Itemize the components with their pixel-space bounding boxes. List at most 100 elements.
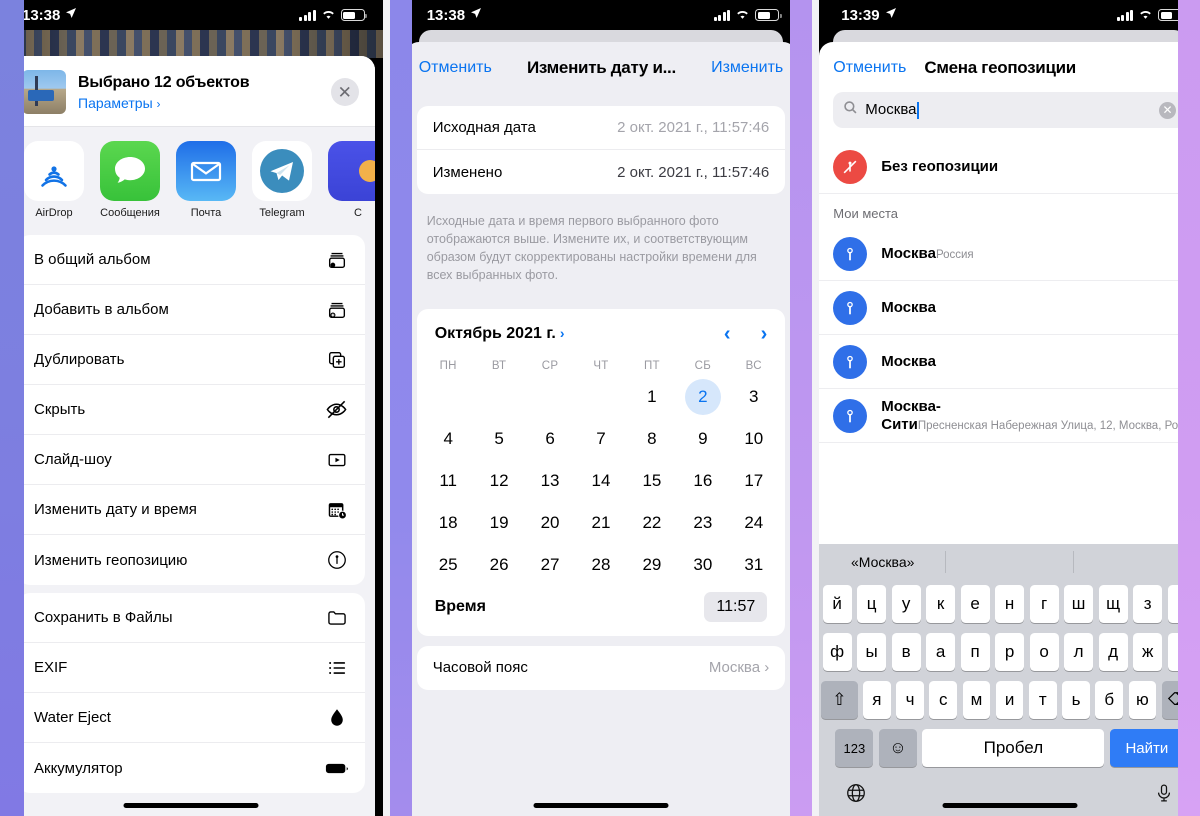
- calendar-day-cell[interactable]: 18: [423, 502, 474, 544]
- calendar-day-cell[interactable]: 6: [525, 418, 576, 460]
- key-н[interactable]: н: [995, 585, 1025, 623]
- calendar-day-cell[interactable]: 17: [728, 460, 779, 502]
- key-ь[interactable]: ь: [1062, 681, 1090, 719]
- calendar-day-cell[interactable]: 20: [525, 502, 576, 544]
- key-л[interactable]: л: [1064, 633, 1094, 671]
- key-search-go[interactable]: Найти: [1109, 729, 1184, 767]
- calendar-day-cell[interactable]: 5: [474, 418, 525, 460]
- share-app-more[interactable]: С: [328, 141, 375, 219]
- time-value-field[interactable]: 11:57: [704, 591, 768, 622]
- calendar-day-cell[interactable]: 10: [728, 418, 779, 460]
- share-app-airdrop[interactable]: AirDrop: [24, 141, 84, 219]
- key-б[interactable]: б: [1095, 681, 1124, 719]
- key-space[interactable]: Пробел: [922, 729, 1105, 767]
- key-т[interactable]: т: [1028, 681, 1057, 719]
- calendar-day-cell[interactable]: 8: [626, 418, 677, 460]
- prediction-item-1[interactable]: «Москва»: [819, 554, 946, 570]
- key-emoji[interactable]: ☺: [878, 729, 917, 767]
- action-duplicate[interactable]: Дублировать: [18, 335, 365, 385]
- calendar-day-cell[interactable]: 23: [677, 502, 728, 544]
- apply-button[interactable]: Изменить: [711, 59, 783, 77]
- key-а[interactable]: а: [926, 633, 956, 671]
- close-button[interactable]: ✕: [330, 78, 359, 106]
- calendar-day-cell[interactable]: 26: [474, 544, 525, 586]
- key-с[interactable]: с: [929, 681, 958, 719]
- key-ю[interactable]: ю: [1128, 681, 1157, 719]
- calendar-day-cell[interactable]: 21: [576, 502, 627, 544]
- action-save-to-files[interactable]: Сохранить в Файлы: [18, 593, 365, 643]
- key-й[interactable]: й: [822, 585, 852, 623]
- key-ж[interactable]: ж: [1133, 633, 1163, 671]
- calendar-day-cell[interactable]: 1: [626, 376, 677, 418]
- calendar-next-button[interactable]: ›: [761, 323, 768, 346]
- place-list-item[interactable]: Москва: [819, 281, 1200, 335]
- key-р[interactable]: р: [995, 633, 1025, 671]
- calendar-day-cell[interactable]: 11: [423, 460, 474, 502]
- calendar-day-cell[interactable]: 25: [423, 544, 474, 586]
- place-list-item[interactable]: МоскваРоссия: [819, 227, 1200, 281]
- calendar-day-cell[interactable]: 7: [576, 418, 627, 460]
- calendar-day-cell[interactable]: 3: [728, 376, 779, 418]
- globe-icon[interactable]: [845, 782, 867, 810]
- calendar-day-cell[interactable]: 19: [474, 502, 525, 544]
- action-change-location[interactable]: Изменить геопозицию: [18, 535, 365, 585]
- key-ы[interactable]: ы: [857, 633, 887, 671]
- action-change-datetime[interactable]: Изменить дату и время: [18, 485, 365, 535]
- options-link[interactable]: Параметры ›: [78, 95, 319, 111]
- key-и[interactable]: и: [995, 681, 1024, 719]
- calendar-day-cell[interactable]: 16: [677, 460, 728, 502]
- place-list-item[interactable]: Москва: [819, 335, 1200, 389]
- calendar-day-cell[interactable]: 13: [525, 460, 576, 502]
- place-list-item[interactable]: Москва-СитиПресненская Набережная Улица,…: [819, 389, 1200, 443]
- key-у[interactable]: у: [891, 585, 921, 623]
- key-п[interactable]: п: [960, 633, 990, 671]
- timezone-row[interactable]: Часовой пояс Москва ›: [417, 646, 786, 690]
- action-exif[interactable]: EXIF: [18, 643, 365, 693]
- calendar-prev-button[interactable]: ‹: [724, 323, 731, 346]
- calendar-day-cell[interactable]: 4: [423, 418, 474, 460]
- calendar-month-button[interactable]: Октябрь 2021 г. ›: [435, 325, 565, 343]
- key-numbers[interactable]: 123: [835, 729, 874, 767]
- key-я[interactable]: я: [863, 681, 891, 719]
- key-shift[interactable]: ⇧: [821, 681, 858, 719]
- calendar-day-cell[interactable]: 2: [677, 376, 728, 418]
- share-app-messages[interactable]: Сообщения: [100, 141, 160, 219]
- key-в[interactable]: в: [891, 633, 921, 671]
- no-location-row[interactable]: Без геопозиции: [819, 140, 1200, 194]
- calendar-day-cell[interactable]: 9: [677, 418, 728, 460]
- key-щ[interactable]: щ: [1098, 585, 1128, 623]
- key-ф[interactable]: ф: [822, 633, 852, 671]
- modified-date-row[interactable]: Изменено 2 окт. 2021 г., 11:57:46: [417, 150, 786, 194]
- calendar-day-cell[interactable]: 30: [677, 544, 728, 586]
- action-shared-album[interactable]: В общий альбом: [18, 235, 365, 285]
- calendar-day-cell[interactable]: 29: [626, 544, 677, 586]
- key-ш[interactable]: ш: [1064, 585, 1094, 623]
- action-water-eject[interactable]: Water Eject: [18, 693, 365, 743]
- key-к[interactable]: к: [926, 585, 956, 623]
- action-hide[interactable]: Скрыть: [18, 385, 365, 435]
- calendar-day-cell[interactable]: 15: [626, 460, 677, 502]
- cancel-button[interactable]: Отменить: [833, 59, 906, 77]
- calendar-day-cell[interactable]: 31: [728, 544, 779, 586]
- key-з[interactable]: з: [1133, 585, 1163, 623]
- action-slideshow[interactable]: Слайд-шоу: [18, 435, 365, 485]
- key-е[interactable]: е: [960, 585, 990, 623]
- key-г[interactable]: г: [1029, 585, 1059, 623]
- share-app-telegram[interactable]: Telegram: [252, 141, 312, 219]
- action-add-to-album[interactable]: Добавить в альбом: [18, 285, 365, 335]
- key-о[interactable]: о: [1029, 633, 1059, 671]
- key-ч[interactable]: ч: [896, 681, 924, 719]
- cancel-button[interactable]: Отменить: [419, 59, 492, 77]
- share-app-mail[interactable]: Почта: [176, 141, 236, 219]
- action-battery[interactable]: Аккумулятор: [18, 743, 365, 793]
- calendar-day-cell[interactable]: 22: [626, 502, 677, 544]
- calendar-day-cell[interactable]: 12: [474, 460, 525, 502]
- search-input[interactable]: Москва ✕: [833, 92, 1186, 128]
- calendar-day-cell[interactable]: 24: [728, 502, 779, 544]
- calendar-day-cell[interactable]: 28: [576, 544, 627, 586]
- key-д[interactable]: д: [1098, 633, 1128, 671]
- microphone-icon[interactable]: [1154, 782, 1174, 810]
- clear-circle-icon[interactable]: ✕: [1159, 101, 1176, 119]
- calendar-day-cell[interactable]: 27: [525, 544, 576, 586]
- calendar-day-cell[interactable]: 14: [576, 460, 627, 502]
